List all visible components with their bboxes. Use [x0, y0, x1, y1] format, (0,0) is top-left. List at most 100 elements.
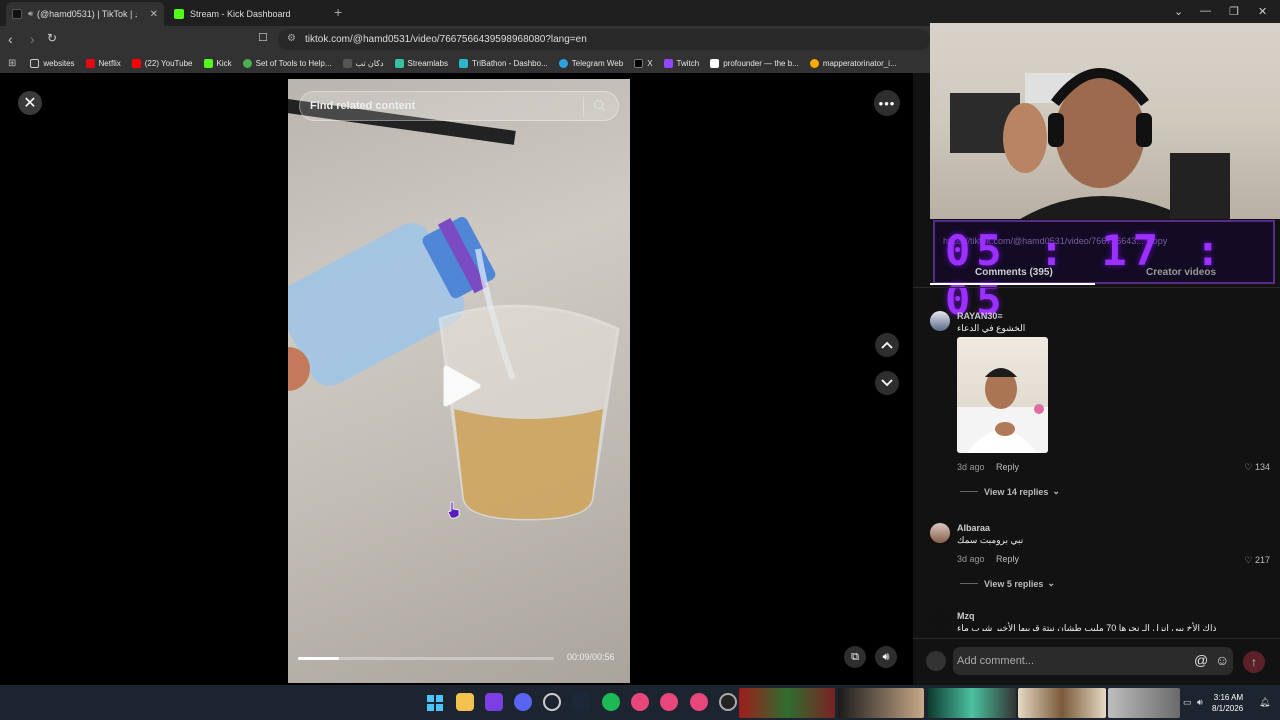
obs-icon[interactable] [543, 693, 561, 711]
tab-comments[interactable]: Comments (395) [975, 267, 1053, 278]
maximize-icon[interactable]: ❐ [1229, 5, 1239, 18]
tab-speaker-icon[interactable]: 🔊︎ [28, 9, 33, 19]
picture-in-picture-button[interactable]: ⧉ [844, 646, 866, 668]
tabs-divider [913, 287, 1280, 288]
tab-tiktok[interactable]: 🔊︎ (@hamd0531) | TikTok | حمد ✕ [6, 2, 164, 26]
comment-input[interactable] [953, 647, 1233, 675]
x-icon [634, 58, 644, 68]
previous-video-button[interactable] [875, 333, 899, 357]
file-explorer-icon[interactable] [456, 693, 474, 711]
steam-icon[interactable] [572, 693, 590, 711]
url-field[interactable]: ⚙︎ tiktok.com/@hamd0531/video/7667566439… [278, 29, 930, 50]
comment-meta: 3d ago Reply [957, 462, 1019, 472]
video-player[interactable]: Find related content 00:09/00:56 [288, 79, 630, 683]
related-search-placeholder: Find related content [310, 100, 416, 112]
bookmark-streamlabs[interactable]: Streamlabs [394, 58, 448, 68]
bookmark-tribathon[interactable]: TriBathon - Dashbo... [459, 58, 548, 68]
comment-username[interactable]: Albaraa [957, 523, 990, 533]
bookmark-star-icon[interactable]: ☐ [258, 31, 268, 44]
notification-icon[interactable]: 🔔︎ [1259, 697, 1270, 708]
tab-creator-videos[interactable]: Creator videos [1146, 267, 1216, 278]
bookmark-websites[interactable]: websites [30, 58, 75, 68]
twitch-app-icon[interactable] [485, 693, 503, 711]
comment-sticker-image[interactable] [957, 337, 1048, 453]
avatar[interactable] [930, 311, 950, 331]
next-video-button[interactable] [875, 371, 899, 395]
osu-icon[interactable] [631, 693, 649, 711]
reply-button[interactable]: Reply [996, 462, 1019, 472]
bookmark-profounder[interactable]: profounder — the b... [710, 58, 799, 68]
taskbar-window-thumbnail[interactable] [928, 688, 1016, 718]
bookmark-x[interactable]: X [634, 58, 653, 68]
streamlabs-icon [394, 58, 404, 68]
close-video-button[interactable]: ✕ [18, 91, 42, 115]
telegram-icon [558, 58, 568, 68]
comment-text: ذاك الأخ يبي انزل الـ نحرها 70 مليب طشان… [957, 623, 1217, 631]
play-icon[interactable] [442, 364, 482, 408]
app-icon[interactable] [719, 693, 737, 711]
mention-icon[interactable]: @ [1194, 652, 1208, 668]
tiktok-icon [12, 9, 22, 19]
windows-start-icon[interactable] [427, 695, 443, 711]
avatar[interactable] [930, 523, 950, 543]
volume-tray-icon[interactable]: 🔊︎ [1197, 697, 1203, 708]
like-button[interactable]: ♡ 134 [1244, 462, 1270, 473]
related-search-box[interactable]: Find related content [299, 91, 619, 121]
chevron-up-icon [881, 341, 893, 349]
like-button[interactable]: ♡ 217 [1244, 555, 1270, 566]
site-info-icon[interactable]: ⚙︎ [287, 33, 296, 44]
minimize-icon[interactable]: — [1200, 5, 1211, 17]
apps-grid-icon[interactable]: ⊞ [8, 58, 16, 69]
video-progress-bar[interactable] [298, 657, 554, 660]
clock-time: 3:16 AM [1213, 693, 1244, 702]
osu-icon[interactable] [660, 693, 678, 711]
system-clock[interactable]: 3:16 AM 8/1/2026 [1212, 692, 1243, 714]
bookmark-telegram[interactable]: Telegram Web [558, 58, 623, 68]
arrow-up-icon: ↑ [1251, 655, 1257, 669]
taskbar-window-thumbnail[interactable] [1018, 688, 1106, 718]
reply-button[interactable]: Reply [996, 554, 1019, 564]
kick-icon [174, 9, 184, 19]
avatar [926, 651, 946, 671]
tab-search-icon[interactable]: ⌄ [1174, 5, 1183, 18]
bookmark-shop[interactable]: دكان تب [342, 58, 384, 68]
taskbar-window-thumbnail[interactable] [1108, 688, 1180, 718]
close-tab-icon[interactable]: ✕ [150, 9, 158, 20]
twitch-icon [663, 58, 673, 68]
search-icon[interactable] [593, 99, 606, 112]
tab-kick-dashboard[interactable]: Stream - Kick Dashboard [168, 2, 328, 26]
bookmark-youtube[interactable]: (22) YouTube [131, 58, 193, 68]
network-icon[interactable]: ▭ [1183, 697, 1192, 708]
back-icon[interactable]: ‹ [8, 31, 13, 47]
taskbar-window-thumbnail[interactable] [739, 688, 835, 718]
new-tab-button[interactable]: + [334, 4, 342, 20]
bookmark-netflix[interactable]: Netflix [85, 58, 121, 68]
volume-button[interactable]: 🔊︎ [875, 646, 897, 668]
bookmark-colab[interactable]: mapperatorinator_i... [809, 58, 897, 68]
comment-username[interactable]: Mzq [957, 611, 975, 621]
tools-icon [242, 58, 252, 68]
search-divider [583, 97, 584, 117]
comment-item: RAYAN30≡ الخشوع في الدعاء 3d ago Reply ♡… [930, 311, 1270, 501]
folder-icon [30, 58, 40, 68]
bookmark-tools[interactable]: Set of Tools to Help... [242, 58, 332, 68]
discord-icon[interactable] [514, 693, 532, 711]
taskbar-window-thumbnail[interactable] [838, 688, 924, 718]
osu-icon[interactable] [690, 693, 708, 711]
forward-icon[interactable]: › [30, 31, 35, 47]
reload-icon[interactable]: ↻ [47, 31, 57, 45]
view-replies-button[interactable]: View 14 replies ⌄ [960, 486, 1060, 497]
colab-icon [809, 58, 819, 68]
comment-username[interactable]: RAYAN30≡ [957, 311, 1003, 321]
close-window-icon[interactable]: ✕ [1258, 5, 1267, 18]
tiktok-video-page: ✕ Find related content 00:09/00:56 ••• ⧉… [0, 23, 1280, 685]
emoji-icon[interactable]: ☺ [1215, 652, 1229, 668]
post-comment-button[interactable]: ↑ [1243, 651, 1265, 673]
more-options-button[interactable]: ••• [874, 90, 900, 116]
tab-title: Stream - Kick Dashboard [190, 9, 291, 19]
spotify-icon[interactable] [602, 693, 620, 711]
bookmark-kick[interactable]: Kick [203, 58, 232, 68]
bookmark-twitch[interactable]: Twitch [663, 58, 699, 68]
avatar[interactable] [930, 611, 950, 631]
view-replies-button[interactable]: View 5 replies ⌄ [960, 578, 1055, 589]
